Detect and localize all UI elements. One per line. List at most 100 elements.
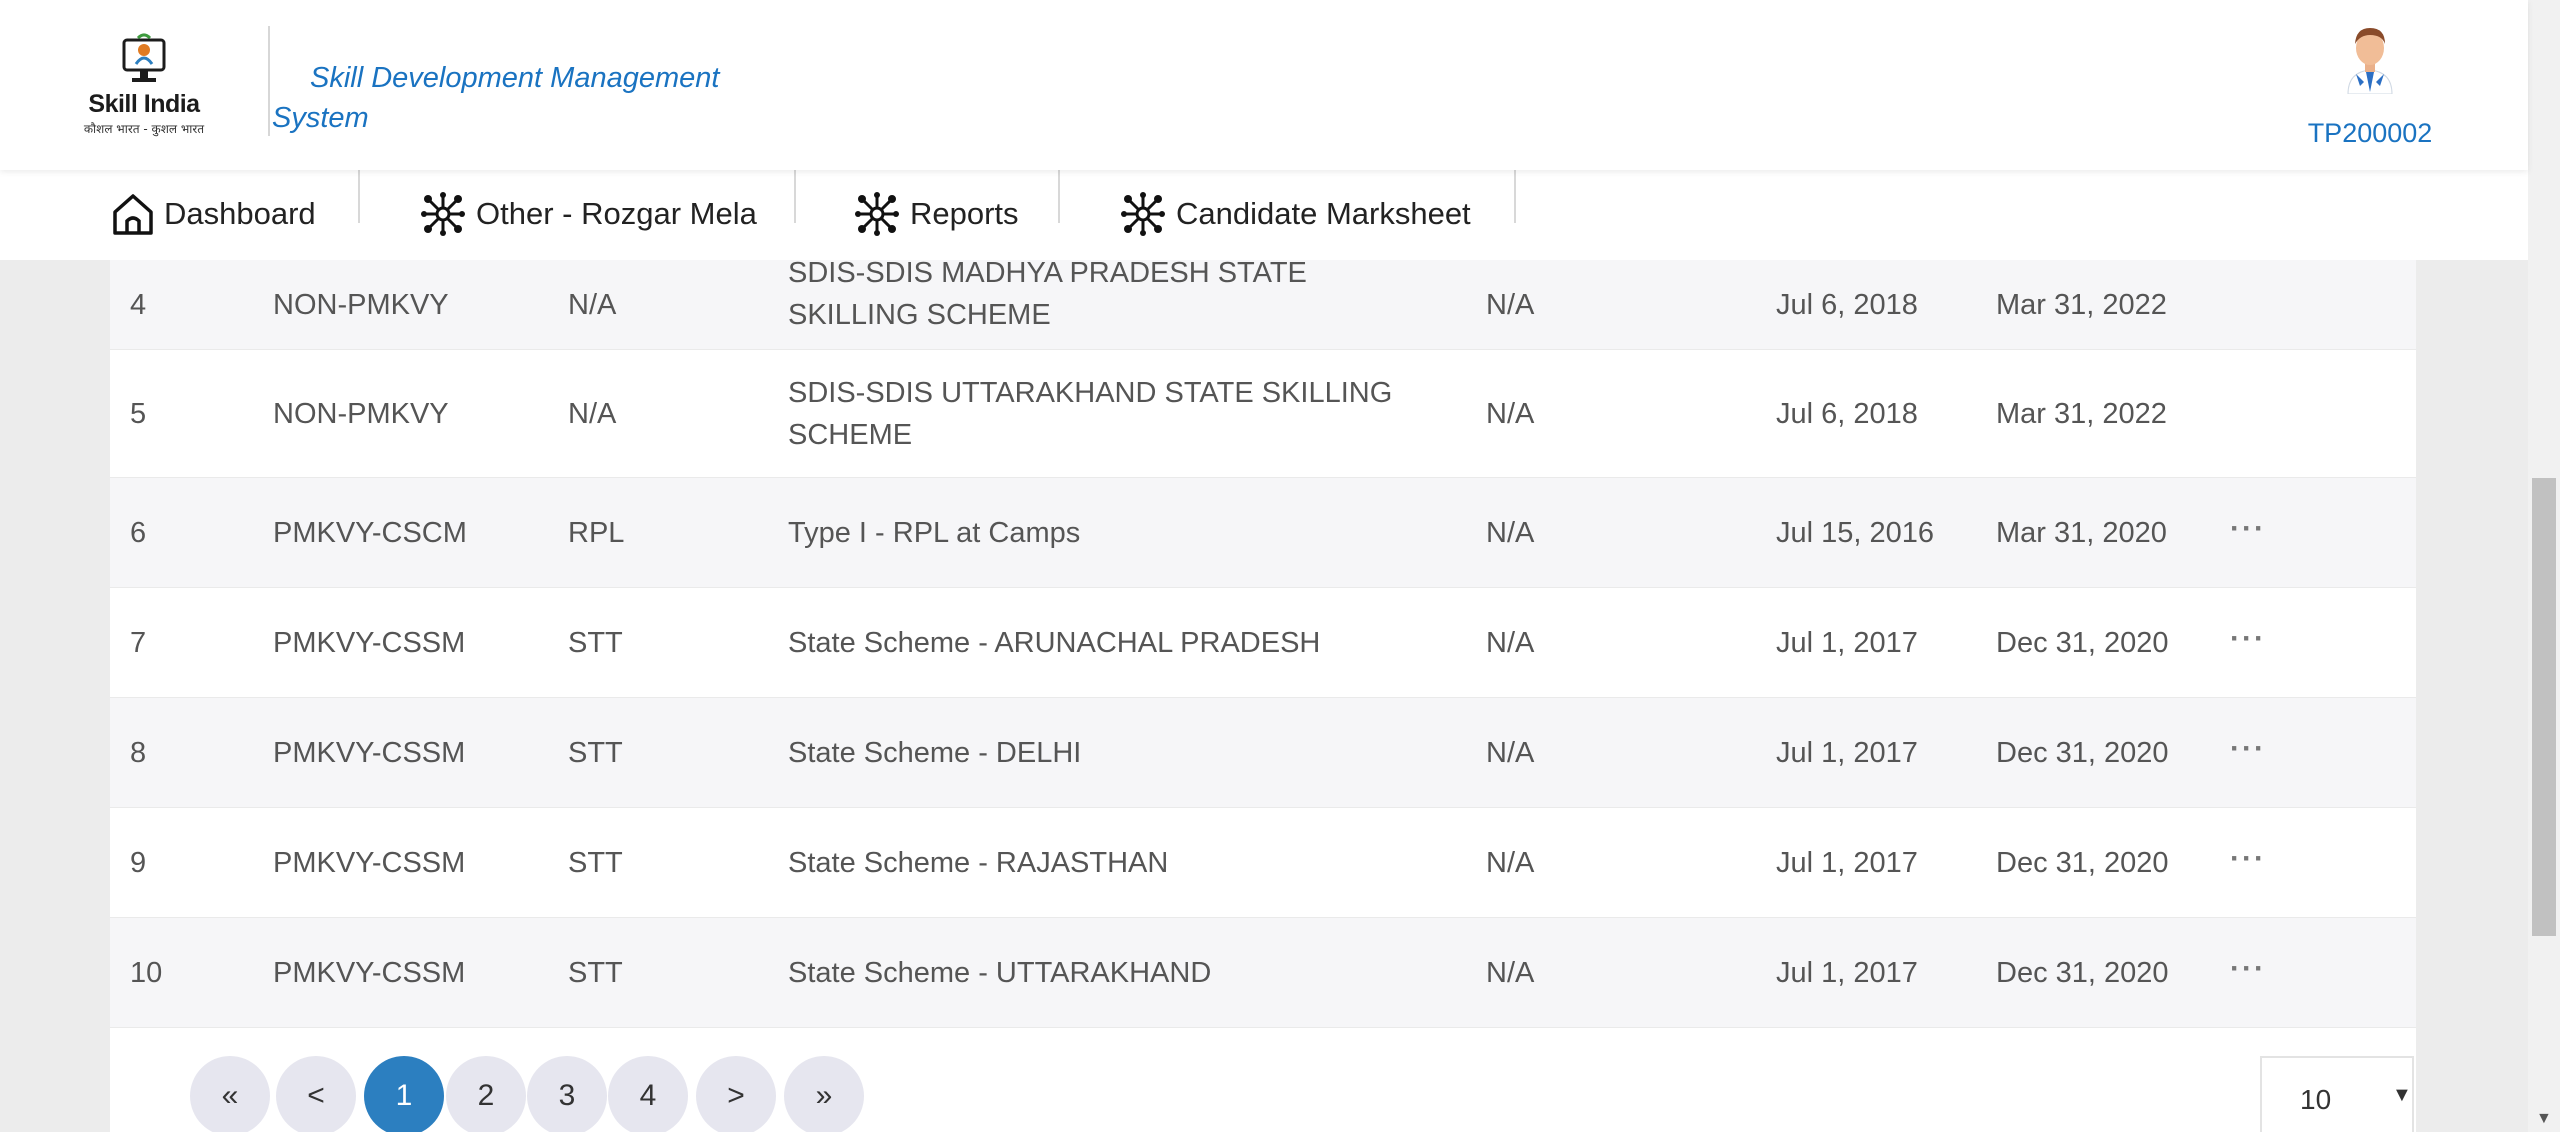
page-scrollbar[interactable]: ▼ [2528, 0, 2560, 1132]
scheme-field: N/A [1486, 736, 1535, 769]
logo-text: Skill India [88, 90, 200, 118]
start-date: Jul 1, 2017 [1776, 846, 1918, 879]
scrollbar-thumb[interactable] [2532, 478, 2556, 936]
scheme-field: N/A [1486, 626, 1535, 659]
row-actions-button[interactable]: ··· [2230, 914, 2266, 1023]
app-header: Skill India कौशल भारत - कुशल भारत Skill … [0, 0, 2528, 170]
row-number: 4 [130, 288, 147, 321]
end-date: Mar 31, 2022 [1996, 397, 2167, 430]
nav-label-dashboard: Dashboard [164, 196, 316, 231]
scheme-type: PMKVY-CSSM [273, 846, 466, 879]
scheme-name: SDIS-SDIS UTTARAKHAND STATE SKILLING SCH… [788, 376, 1393, 451]
table-row: 10 PMKVY-CSSM STT State Scheme - UTTARAK… [110, 918, 2416, 1028]
scheme-name: State Scheme - ARUNACHAL PRADESH [788, 626, 1321, 659]
scheme-category: STT [568, 626, 623, 659]
scheme-field: N/A [1486, 288, 1535, 321]
start-date: Jul 1, 2017 [1776, 626, 1918, 659]
end-date: Dec 31, 2020 [1996, 736, 2169, 769]
pagination-page-4[interactable]: 4 [608, 1056, 688, 1132]
nav-label-candidate-marksheet: Candidate Marksheet [1176, 196, 1471, 231]
scheme-category: STT [568, 736, 623, 769]
pagination-prev-button[interactable]: < [276, 1056, 356, 1132]
row-number: 5 [130, 397, 147, 430]
scheme-name: State Scheme - UTTARAKHAND [788, 956, 1212, 989]
start-date: Jul 6, 2018 [1776, 288, 1918, 321]
table-row: 6 PMKVY-CSCM RPL Type I - RPL at Camps N… [110, 478, 2416, 588]
row-number: 10 [130, 956, 163, 989]
pagination-first-button[interactable]: « [190, 1056, 270, 1132]
nav-item-rozgar-mela[interactable]: Other - Rozgar Mela [418, 167, 757, 261]
scheme-category: N/A [568, 288, 617, 321]
scheme-category: RPL [568, 516, 625, 549]
header-divider [268, 26, 270, 136]
scheme-category: N/A [568, 397, 617, 430]
schemes-table: 4 NON-PMKVY N/A SDIS-SDIS MADHYA PRADESH… [110, 257, 2416, 1132]
row-number: 9 [130, 846, 147, 879]
nav-label-rozgar-mela: Other - Rozgar Mela [476, 196, 757, 231]
scheme-name: State Scheme - RAJASTHAN [788, 846, 1169, 879]
scheme-name: Type I - RPL at Camps [788, 516, 1081, 549]
scheme-type: NON-PMKVY [273, 288, 449, 321]
user-avatar[interactable] [2338, 22, 2402, 95]
network-icon [1121, 192, 1165, 236]
table-row: 8 PMKVY-CSSM STT State Scheme - DELHI N/… [110, 698, 2416, 808]
pagination-last-button[interactable]: » [784, 1056, 864, 1132]
scheme-field: N/A [1486, 397, 1535, 430]
nav-divider [1058, 167, 1060, 223]
scheme-field: N/A [1486, 516, 1535, 549]
start-date: Jul 1, 2017 [1776, 956, 1918, 989]
table-row: 5 NON-PMKVY N/A SDIS-SDIS UTTARAKHAND ST… [110, 350, 2416, 478]
pagination-next-button[interactable]: > [696, 1056, 776, 1132]
scheme-type: PMKVY-CSSM [273, 956, 466, 989]
pagination-page-2[interactable]: 2 [446, 1056, 526, 1132]
pagination-page-1[interactable]: 1 [364, 1056, 444, 1132]
scheme-type: PMKVY-CSSM [273, 626, 466, 659]
row-number: 6 [130, 516, 147, 549]
scheme-category: STT [568, 846, 623, 879]
row-number: 8 [130, 736, 147, 769]
skill-india-logo[interactable]: Skill India कौशल भारत - कुशल भारत [78, 30, 210, 138]
user-id-label[interactable]: TP200002 [2300, 118, 2440, 149]
nav-divider [1514, 167, 1516, 223]
table-row: 4 NON-PMKVY N/A SDIS-SDIS MADHYA PRADESH… [110, 257, 2416, 350]
main-nav: Dashboard Other - Rozgar Mela Reports Ca… [0, 166, 2528, 260]
nav-divider [794, 167, 796, 223]
end-date: Mar 31, 2022 [1996, 288, 2167, 321]
table-row: 9 PMKVY-CSSM STT State Scheme - RAJASTHA… [110, 808, 2416, 918]
start-date: Jul 15, 2016 [1776, 516, 1935, 549]
scheme-type: NON-PMKVY [273, 397, 449, 430]
row-actions-button[interactable]: ··· [2230, 804, 2266, 913]
scheme-field: N/A [1486, 956, 1535, 989]
page-size-value: 10 [2300, 1084, 2332, 1115]
nav-label-reports: Reports [910, 196, 1019, 231]
logo-emblem-icon [122, 33, 166, 82]
row-number: 7 [130, 626, 147, 659]
row-actions-button[interactable]: ··· [2230, 694, 2266, 803]
logo-tagline: कौशल भारत - कुशल भारत [83, 122, 205, 136]
scheme-type: PMKVY-CSCM [273, 516, 467, 549]
dropdown-arrow-icon: ▼ [2392, 1084, 2412, 1106]
scroll-down-arrow-icon[interactable]: ▼ [2536, 1110, 2552, 1128]
pagination-page-3[interactable]: 3 [527, 1056, 607, 1132]
nav-item-dashboard[interactable]: Dashboard [110, 167, 316, 261]
scheme-category: STT [568, 956, 623, 989]
nav-divider [358, 167, 360, 223]
end-date: Dec 31, 2020 [1996, 626, 2169, 659]
start-date: Jul 1, 2017 [1776, 736, 1918, 769]
network-icon [855, 192, 899, 236]
avatar-icon [2347, 28, 2393, 95]
table-row: 7 PMKVY-CSSM STT State Scheme - ARUNACHA… [110, 588, 2416, 698]
home-icon [113, 194, 153, 235]
page-size-select[interactable]: 10 ▼ [2260, 1056, 2414, 1132]
scheme-name: State Scheme - DELHI [788, 736, 1082, 769]
nav-item-reports[interactable]: Reports [852, 167, 1019, 261]
nav-item-candidate-marksheet[interactable]: Candidate Marksheet [1118, 167, 1471, 261]
system-title: Skill Development Management System [272, 62, 720, 134]
start-date: Jul 6, 2018 [1776, 397, 1918, 430]
end-date: Dec 31, 2020 [1996, 846, 2169, 879]
network-icon [421, 192, 465, 236]
row-actions-button[interactable]: ··· [2230, 584, 2266, 693]
row-actions-button[interactable]: ··· [2230, 474, 2266, 583]
end-date: Dec 31, 2020 [1996, 956, 2169, 989]
scheme-field: N/A [1486, 846, 1535, 879]
